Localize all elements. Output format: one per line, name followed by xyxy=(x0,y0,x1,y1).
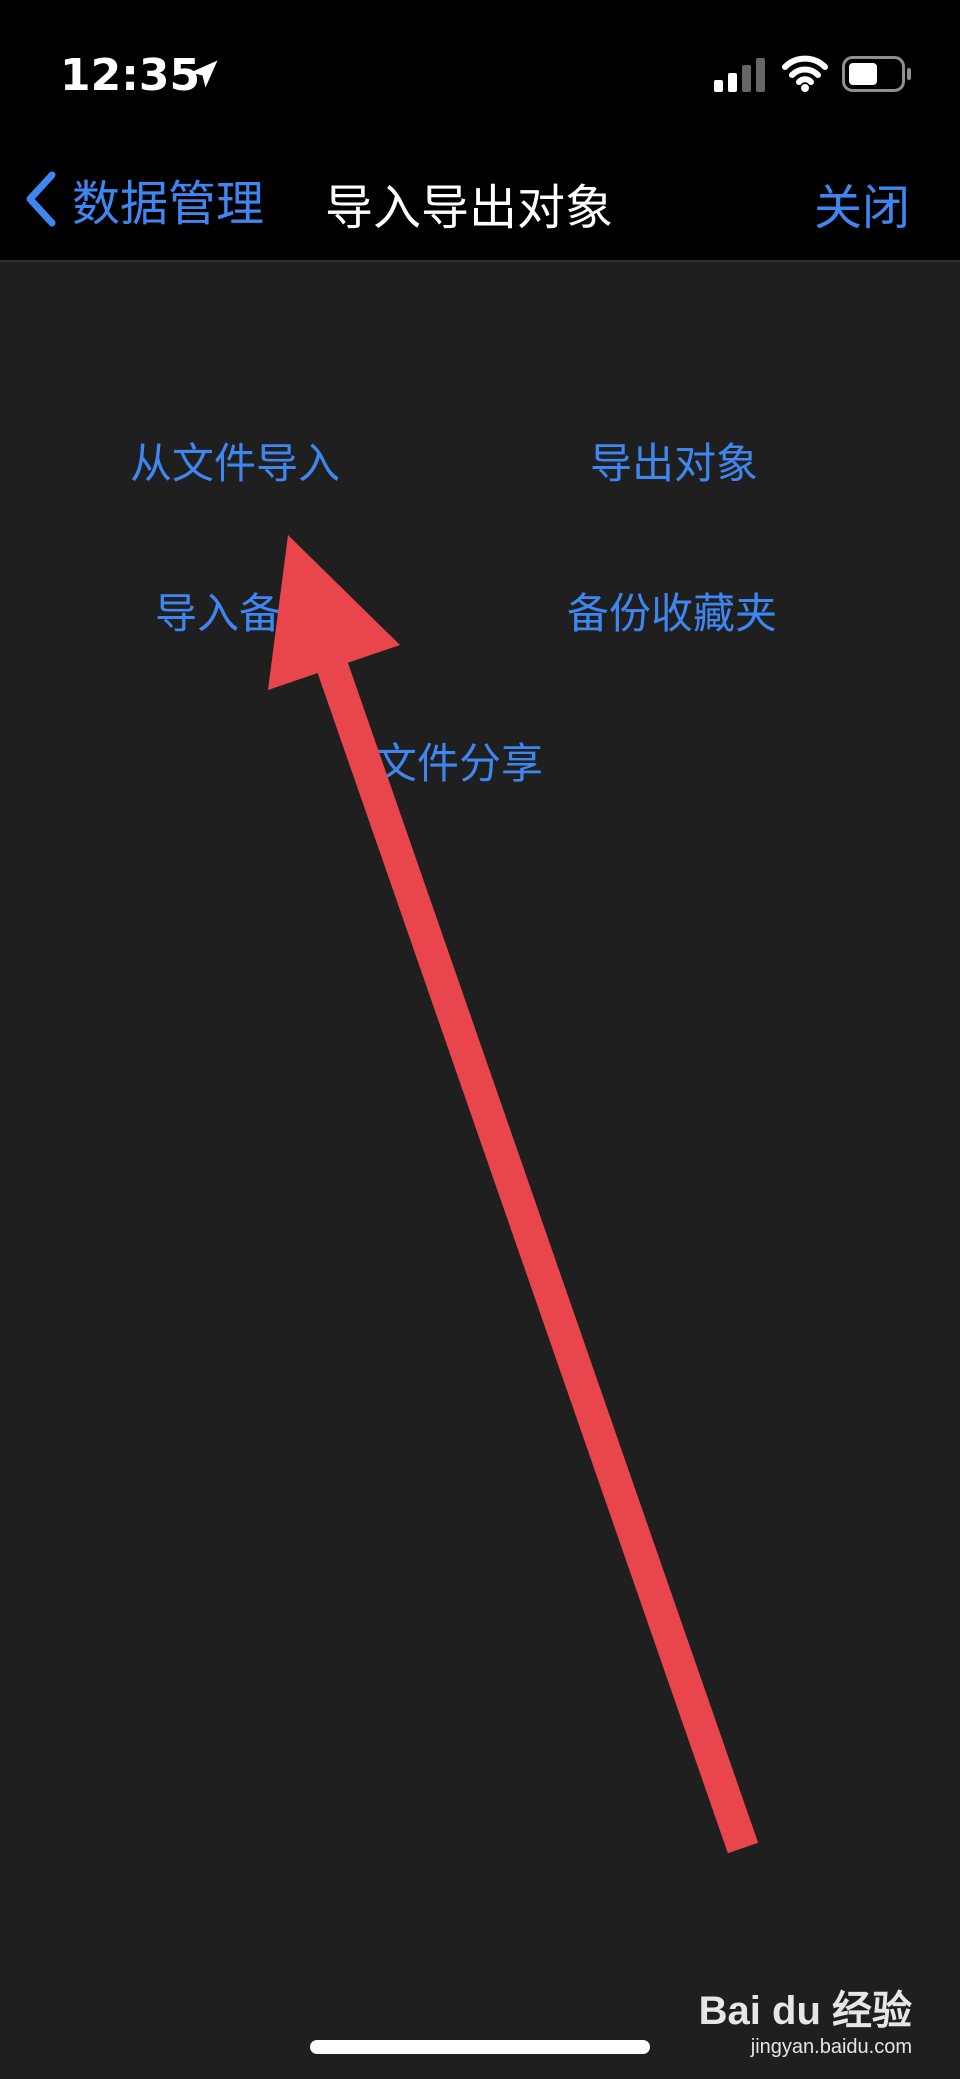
file-sharing-button[interactable]: 文件分享 xyxy=(375,730,543,791)
import-from-file-button[interactable]: 从文件导入 xyxy=(130,430,340,491)
status-bar: 12:35 xyxy=(0,0,960,150)
home-indicator[interactable] xyxy=(310,2040,650,2054)
back-button[interactable]: 数据管理 xyxy=(22,164,264,234)
watermark-url: jingyan.baidu.com xyxy=(750,2036,912,2058)
back-button-label: 数据管理 xyxy=(72,176,265,232)
cellular-signal-icon xyxy=(714,58,765,92)
watermark-brand: Bai du 经验 xyxy=(698,1989,912,2033)
watermark: Bai du 经验 jingyan.baidu.com xyxy=(699,1978,912,2059)
page-title: 导入导出对象 xyxy=(325,180,614,236)
backup-favorites-button[interactable]: 备份收藏夹 xyxy=(567,580,777,641)
chevron-left-icon xyxy=(26,171,56,227)
navigation-bar: 数据管理 导入导出对象 关闭 xyxy=(0,150,960,262)
import-backup-button[interactable]: 导入备份 xyxy=(155,580,323,641)
battery-icon xyxy=(842,56,911,92)
wifi-icon xyxy=(782,55,828,92)
location-icon xyxy=(190,60,218,88)
export-objects-button[interactable]: 导出对象 xyxy=(590,430,758,491)
status-time: 12:35 xyxy=(60,50,201,101)
annotation-arrow xyxy=(268,535,759,1854)
close-button[interactable]: 关闭 xyxy=(814,168,910,238)
